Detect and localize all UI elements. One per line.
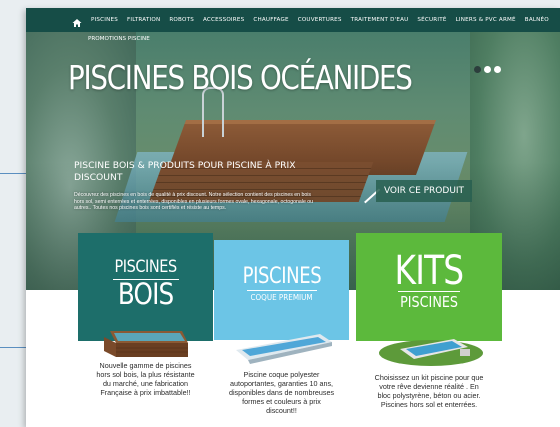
- slider-dots: [474, 66, 501, 73]
- nav-item-piscines[interactable]: PISCINES: [91, 17, 118, 23]
- card-bois-title-2: BOIS: [117, 276, 174, 311]
- card-kits-title-1: KITS: [394, 247, 465, 294]
- nav-item-traitement[interactable]: TRAITEMENT D'EAU: [351, 17, 409, 23]
- main-nav: PISCINES FILTRATION ROBOTS ACCESSOIRES C…: [26, 8, 560, 32]
- card-kits-piscines[interactable]: KITS PISCINES Choisissez un kit piscine …: [356, 233, 502, 427]
- card-coque-text: Piscine coque polyester autoportantes, g…: [228, 370, 335, 415]
- nav-item-balneo[interactable]: BALNÉO: [525, 17, 549, 23]
- card-kits-text: Choisissez un kit piscine pour que votre…: [374, 373, 484, 409]
- voir-produit-button[interactable]: VOIR CE PRODUIT: [376, 180, 472, 202]
- card-coque-title-1: PISCINES: [242, 264, 321, 289]
- card-piscines-coque[interactable]: PISCINES COQUE PREMIUM Piscine coque pol…: [214, 240, 349, 427]
- nav-item-couvertures[interactable]: COUVERTURES: [298, 17, 342, 23]
- nav-item-securite[interactable]: SÉCURITÉ: [417, 17, 446, 23]
- kit-pool-image: [379, 339, 483, 366]
- card-coque-title-2: COQUE PREMIUM: [250, 293, 313, 302]
- hero-title: PISCINES BOIS OCÉANIDES: [68, 58, 413, 97]
- slider-dot-3[interactable]: [494, 66, 501, 73]
- hero-description: Découvrez des piscines en bois de qualit…: [74, 192, 314, 212]
- card-coque-divider: [246, 290, 317, 291]
- nav-item-filtration[interactable]: FILTRATION: [127, 17, 160, 23]
- slider-dot-2[interactable]: [484, 66, 491, 73]
- hero-subtitle-text: PISCINE BOIS & PRODUITS POUR PISCINE À P…: [74, 160, 296, 183]
- card-kits-title-2: PISCINES: [400, 292, 458, 311]
- nav-item-liners[interactable]: LINERS & PVC ARMÉ: [456, 17, 516, 23]
- shell-pool-image: [236, 334, 332, 364]
- nav-item-chauffage[interactable]: CHAUFFAGE: [253, 17, 288, 23]
- card-piscines-bois[interactable]: PISCINES BOIS Nouvelle gamme de piscines…: [78, 233, 213, 427]
- card-bois-title-1: PISCINES: [114, 256, 177, 277]
- card-bois-text: Nouvelle gamme de piscines hors sol bois…: [96, 361, 195, 397]
- promo-link[interactable]: PROMOTIONS PISCINE: [88, 36, 150, 42]
- nav-item-robots[interactable]: ROBOTS: [169, 17, 194, 23]
- wooden-pool-image: [104, 331, 188, 357]
- hero-subtitle: PISCINE BOIS & PRODUITS POUR PISCINE À P…: [72, 160, 344, 184]
- nav-item-accessoires[interactable]: ACCESSOIRES: [203, 17, 244, 23]
- card-coque-header: PISCINES COQUE PREMIUM: [214, 240, 349, 340]
- slider-dot-1[interactable]: [474, 66, 481, 73]
- home-icon[interactable]: [72, 15, 82, 27]
- page-frame: PISCINES FILTRATION ROBOTS ACCESSOIRES C…: [26, 8, 560, 427]
